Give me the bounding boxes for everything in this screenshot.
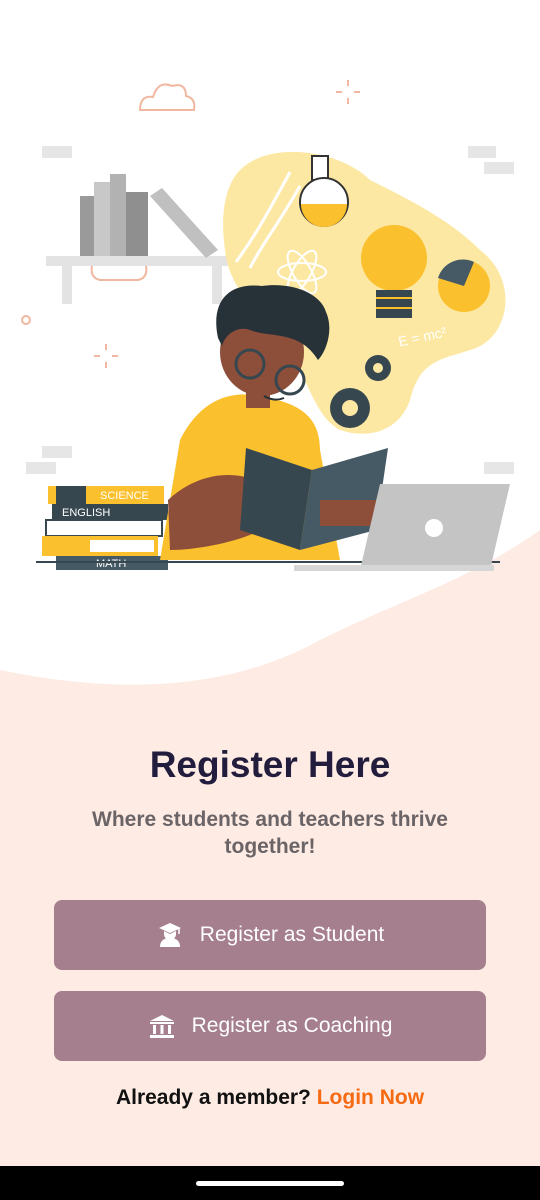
- system-nav-bar: [0, 1166, 540, 1200]
- login-now-link[interactable]: Login Now: [317, 1086, 424, 1109]
- page-subtitle: Where students and teachers thrive toget…: [92, 808, 448, 858]
- graduate-icon: [156, 921, 184, 949]
- register-student-button[interactable]: Register as Student: [54, 900, 486, 970]
- institution-icon: [148, 1012, 176, 1040]
- svg-text:MATH: MATH: [96, 558, 126, 570]
- svg-text:ENGLISH: ENGLISH: [62, 507, 110, 519]
- home-indicator[interactable]: [196, 1181, 344, 1186]
- register-coaching-button[interactable]: Register as Coaching: [54, 991, 486, 1061]
- svg-text:SCIENCE: SCIENCE: [100, 490, 149, 502]
- register-student-label: Register as Student: [199, 923, 385, 946]
- page-title: Register Here: [149, 744, 391, 785]
- hero-illustration: E = mc² SCIENCE ENGLISH MATH: [0, 0, 540, 685]
- login-prompt-row: Already a member? Login Now: [0, 1086, 540, 1110]
- login-prompt-text: Already a member?: [115, 1086, 311, 1109]
- book-stack-illustration: SCIENCE ENGLISH MATH: [42, 486, 168, 570]
- register-coaching-label: Register as Coaching: [191, 1014, 393, 1037]
